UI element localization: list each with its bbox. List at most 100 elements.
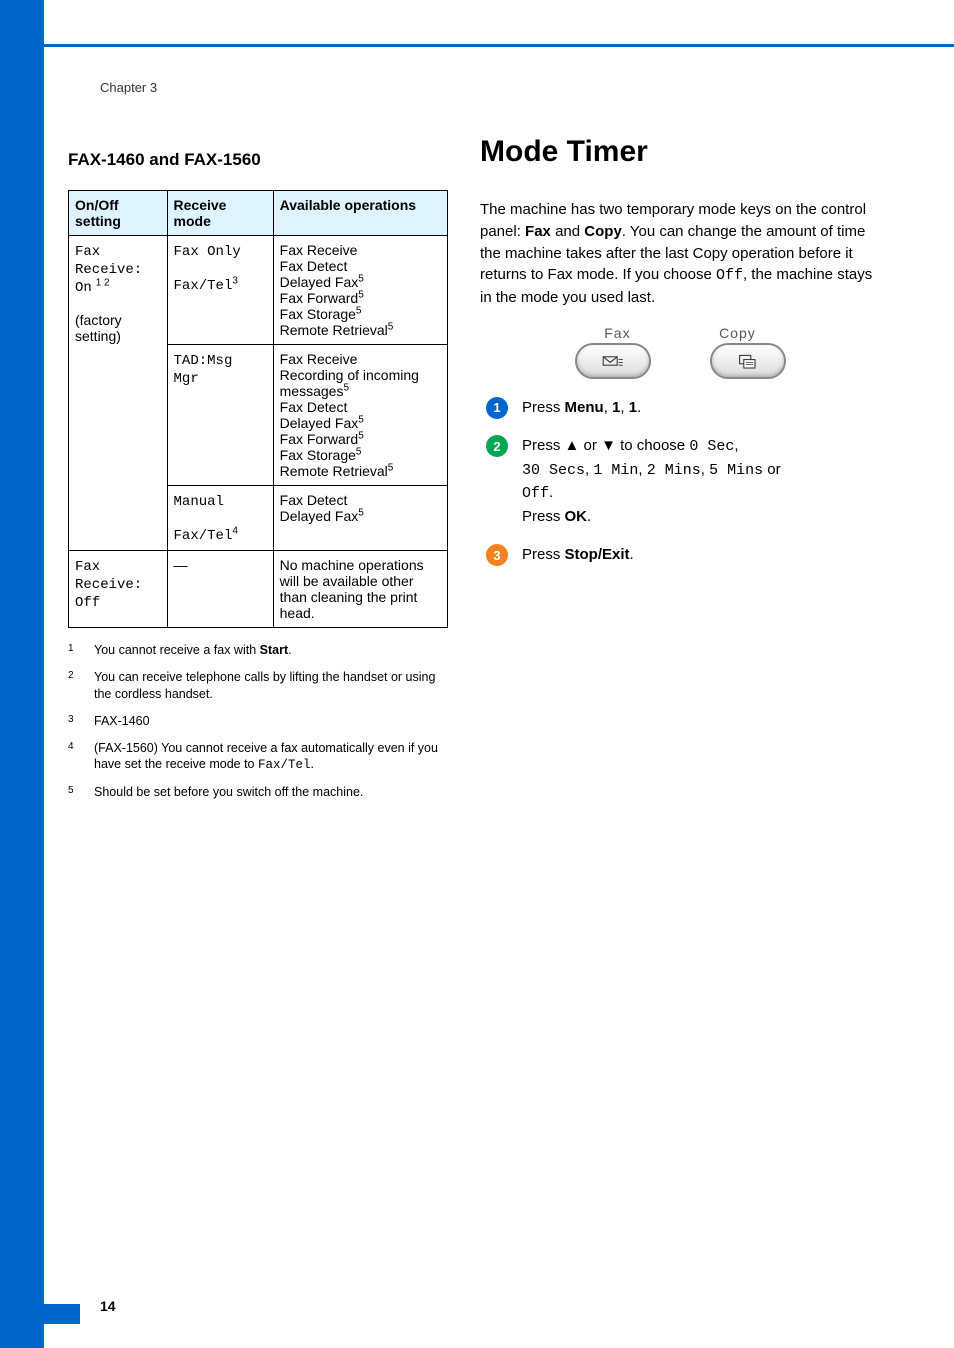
step-seg: Press [522, 437, 565, 454]
op-item: Delayed Fax [280, 274, 359, 290]
step-badge-2: 2 [486, 435, 508, 457]
op-item: Remote Retrieval [280, 463, 388, 479]
para-seg: and [551, 223, 584, 240]
step-seg: or [763, 461, 781, 478]
key-label-copy: Copy [719, 325, 756, 341]
footnote-segment: . [311, 757, 314, 771]
cell-ops: Fax Receive Fax Detect Delayed Fax5 Fax … [273, 236, 447, 345]
step-mono: Off [522, 485, 549, 502]
footnotes: 1 You cannot receive a fax with Start. 2… [68, 642, 448, 801]
cell-mode: Manual Fax/Tel4 [167, 486, 273, 551]
left-heading: FAX-1460 and FAX-1560 [68, 150, 448, 170]
step-seg: . [637, 399, 641, 416]
footnote-ref: 5 [358, 430, 364, 441]
footnote-ref: 1 2 [96, 277, 110, 288]
footnote-ref: 5 [358, 414, 364, 425]
step-seg: , [604, 399, 612, 416]
footnote-text: Should be set before you switch off the … [94, 784, 363, 801]
setting-tail: (factory setting) [75, 312, 122, 344]
setting-text: Receive: [75, 262, 142, 278]
footnote-ref: 5 [388, 462, 394, 473]
setting-text: Fax [75, 559, 100, 575]
step-seg: Press [522, 546, 565, 563]
top-blue-rule [44, 44, 954, 47]
steps-list: 1 Press Menu, 1, 1. 2 Press ▲ or ▼ to ch… [486, 397, 880, 567]
op-item: Delayed Fax [280, 415, 359, 431]
cell-setting-off: Fax Receive: Off [69, 551, 168, 628]
op-item: Fax Detect [280, 399, 348, 415]
fax-icon [599, 351, 627, 371]
footnote-text: (FAX-1560) You cannot receive a fax auto… [94, 740, 448, 775]
footnote-ref: 5 [356, 305, 362, 316]
step-1: 1 Press Menu, 1, 1. [486, 397, 880, 420]
op-item: Fax Detect [280, 258, 348, 274]
cell-mode: — [167, 551, 273, 628]
footnote-ref: 5 [343, 382, 349, 393]
step-bold: 1 [629, 399, 637, 416]
step-seg: . [630, 546, 634, 563]
op-item: Fax Receive [280, 351, 358, 367]
copy-icon [734, 351, 762, 371]
mode-text: Fax/Tel [174, 278, 233, 294]
footnote-segment: . [288, 643, 291, 657]
chapter-label: Chapter 3 [100, 80, 157, 95]
footnote: 4 (FAX-1560) You cannot receive a fax au… [68, 740, 448, 775]
mode-text: Fax/Tel [174, 528, 233, 544]
copy-key [710, 343, 786, 379]
step-seg: , [701, 461, 709, 478]
para-bold: Copy [584, 223, 622, 240]
table-row: Fax Receive: Off — No machine operations… [69, 551, 448, 628]
cell-ops: Fax Receive Recording of incoming messag… [273, 345, 447, 486]
page-number: 14 [100, 1298, 116, 1314]
step-seg: , [638, 461, 646, 478]
left-column: FAX-1460 and FAX-1560 On/Off setting Rec… [68, 150, 448, 811]
step-seg: , [620, 399, 628, 416]
up-arrow-icon: ▲ [565, 437, 580, 454]
mode-text: TAD:Msg [174, 353, 233, 369]
step-mono: 5 Mins [709, 462, 763, 479]
cell-ops-text: No machine operations will be available … [273, 551, 447, 628]
op-item: Fax Forward [280, 431, 359, 447]
step-mono: 30 Secs [522, 462, 585, 479]
footnote-ref: 4 [232, 525, 238, 536]
footnote-num: 5 [68, 784, 82, 801]
cell-mode: TAD:Msg Mgr [167, 345, 273, 486]
op-item: Fax Storage [280, 306, 356, 322]
step-seg: , [734, 437, 738, 454]
step-seg: . [549, 484, 553, 501]
right-column: Mode Timer The machine has two temporary… [480, 135, 880, 583]
para-mono: Off [716, 267, 743, 284]
footnote-num: 1 [68, 642, 82, 659]
step-badge-3: 3 [486, 544, 508, 566]
mode-text: Manual [174, 494, 224, 510]
mode-text: Fax Only [174, 244, 241, 260]
step-bold: OK [565, 508, 588, 525]
setting-text: Receive: [75, 577, 142, 593]
footnote-num: 3 [68, 713, 82, 730]
setting-text: Fax [75, 244, 100, 260]
bottom-blue-tab [0, 1304, 80, 1324]
op-item: Recording of incoming messages [280, 367, 419, 399]
right-heading: Mode Timer [480, 135, 880, 169]
footnote-text: You cannot receive a fax with Start. [94, 642, 292, 659]
th-ops: Available operations [273, 191, 447, 236]
footnote: 2 You can receive telephone calls by lif… [68, 669, 448, 703]
step-seg: or [579, 437, 601, 454]
step-seg: Press [522, 399, 565, 416]
setting-text: Off [75, 595, 100, 611]
op-item: Delayed Fax [280, 508, 359, 524]
op-item: Fax Storage [280, 447, 356, 463]
step-body: Press Stop/Exit. [522, 544, 634, 567]
op-item: Remote Retrieval [280, 322, 388, 338]
step-bold: Menu [565, 399, 604, 416]
step-mono: 0 Sec [689, 438, 734, 455]
footnote-mono: Fax/Tel [258, 758, 311, 772]
cell-setting-on: Fax Receive: On 1 2 (factory setting) [69, 236, 168, 551]
mode-text: Mgr [174, 371, 199, 387]
footnote-segment: You cannot receive a fax with [94, 643, 260, 657]
left-blue-strip [0, 0, 44, 1348]
footnote: 1 You cannot receive a fax with Start. [68, 642, 448, 659]
th-mode: Receive mode [167, 191, 273, 236]
setting-text: On [75, 280, 92, 296]
key-label-fax: Fax [604, 325, 630, 341]
